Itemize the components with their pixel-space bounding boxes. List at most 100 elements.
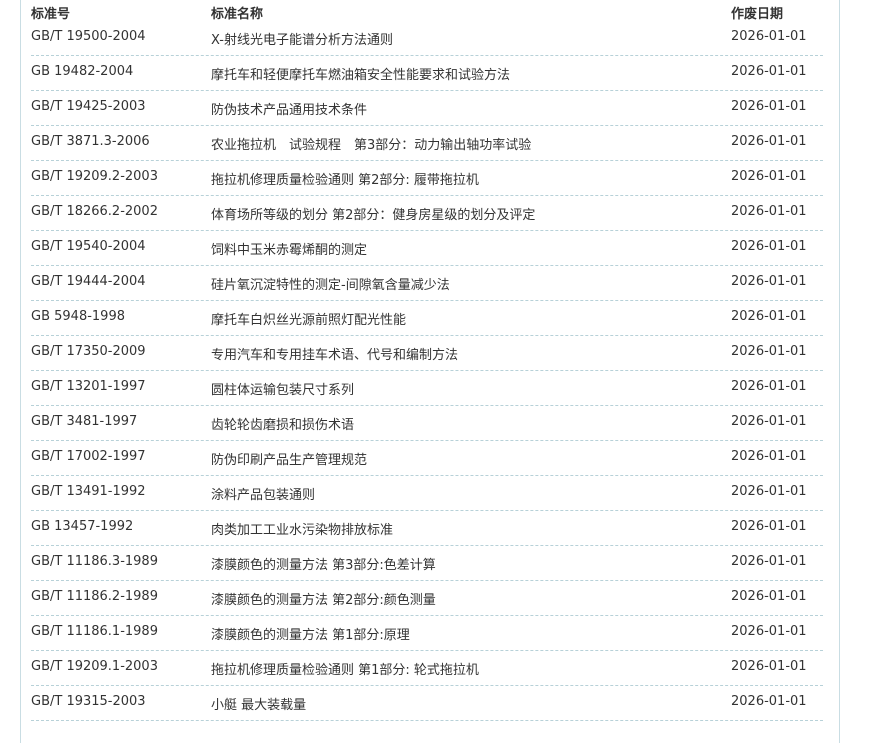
abolish-date: 2026-01-01	[731, 694, 807, 709]
abolish-date: 2026-01-01	[731, 99, 807, 114]
abolish-date: 2026-01-01	[731, 519, 807, 534]
table-row[interactable]: GB/T 18266.2-2002 体育场所等级的划分 第2部分：健身房星级的划分…	[31, 196, 823, 231]
standard-code: GB/T 19444-2004	[31, 274, 146, 289]
header-abolish-date: 作废日期	[731, 7, 784, 22]
abolish-date: 2026-01-01	[731, 274, 807, 289]
standard-name-link[interactable]: 体育场所等级的划分 第2部分：健身房星级的划分及评定	[211, 208, 535, 223]
standard-name: 小艇 最大装载量	[211, 694, 306, 713]
table-row[interactable]: GB/T 11186.3-1989 漆膜颜色的测量方法 第3部分:色差计算 2026…	[31, 546, 823, 581]
standard-code: GB/T 11186.2-1989	[31, 589, 158, 604]
standard-code: GB/T 19425-2003	[31, 99, 146, 114]
table-row[interactable]: GB 13457-1992 肉类加工工业水污染物排放标准 2026-01-01	[31, 511, 823, 546]
standard-code: GB 19482-2004	[31, 64, 134, 79]
standard-name-link[interactable]: 饲料中玉米赤霉烯酮的测定	[211, 243, 367, 258]
abolish-date: 2026-01-01	[731, 309, 807, 324]
standard-name-link[interactable]: 涂料产品包装通则	[211, 488, 315, 503]
table-row[interactable]: GB/T 17002-1997 防伪印刷产品生产管理规范 2026-01-01	[31, 441, 823, 476]
table-row[interactable]: GB/T 13201-1997 圆柱体运输包装尺寸系列 2026-01-01	[31, 371, 823, 406]
standard-name-link[interactable]: 摩托车白炽丝光源前照灯配光性能	[211, 313, 406, 328]
standard-name-link[interactable]: 漆膜颜色的测量方法 第3部分:色差计算	[211, 558, 436, 573]
abolish-date: 2026-01-01	[731, 589, 807, 604]
standard-code: GB/T 3481-1997	[31, 414, 138, 429]
standard-name: 专用汽车和专用挂车术语、代号和编制方法	[211, 344, 458, 363]
standard-name: 硅片氧沉淀特性的测定-间隙氧含量减少法	[211, 274, 450, 293]
table-row[interactable]: GB 5948-1998 摩托车白炽丝光源前照灯配光性能 2026-01-01	[31, 301, 823, 336]
standard-name: 防伪技术产品通用技术条件	[211, 99, 367, 118]
table-row[interactable]: GB/T 19425-2003 防伪技术产品通用技术条件 2026-01-01	[31, 91, 823, 126]
abolish-date: 2026-01-01	[731, 449, 807, 464]
table-row[interactable]: GB 19482-2004 摩托车和轻便摩托车燃油箱安全性能要求和试验方法 2026…	[31, 56, 823, 91]
standard-code: GB/T 11186.3-1989	[31, 554, 158, 569]
header-standard-code: 标准号	[31, 7, 71, 22]
standard-code: GB/T 19209.1-2003	[31, 659, 158, 674]
table-row[interactable]: GB/T 19540-2004 饲料中玉米赤霉烯酮的测定 2026-01-01	[31, 231, 823, 266]
standard-name-link[interactable]: 防伪印刷产品生产管理规范	[211, 453, 367, 468]
standard-name: 漆膜颜色的测量方法 第1部分:原理	[211, 624, 410, 643]
abolish-date: 2026-01-01	[731, 169, 807, 184]
standard-name: 摩托车白炽丝光源前照灯配光性能	[211, 309, 406, 328]
standard-name: 摩托车和轻便摩托车燃油箱安全性能要求和试验方法	[211, 64, 510, 83]
standard-name-link[interactable]: 漆膜颜色的测量方法 第1部分:原理	[211, 628, 410, 643]
standard-code: GB/T 19540-2004	[31, 239, 146, 254]
standard-code: GB/T 19315-2003	[31, 694, 146, 709]
standard-name: 涂料产品包装通则	[211, 484, 315, 503]
table-row[interactable]: GB/T 19444-2004 硅片氧沉淀特性的测定-间隙氧含量减少法 2026-0…	[31, 266, 823, 301]
standard-name-link[interactable]: X-射线光电子能谱分析方法通则	[211, 33, 393, 48]
table-row[interactable]: GB/T 19209.1-2003 拖拉机修理质量检验通则 第1部分: 轮式拖拉机…	[31, 651, 823, 686]
abolish-date: 2026-01-01	[731, 344, 807, 359]
header-standard-name: 标准名称	[211, 7, 264, 22]
standard-code: GB/T 19500-2004	[31, 29, 146, 44]
abolish-date: 2026-01-01	[731, 659, 807, 674]
standard-name: 体育场所等级的划分 第2部分：健身房星级的划分及评定	[211, 204, 535, 223]
standard-code: GB/T 19209.2-2003	[31, 169, 158, 184]
standard-code: GB/T 13201-1997	[31, 379, 146, 394]
standard-code: GB/T 17350-2009	[31, 344, 146, 359]
standard-name: 肉类加工工业水污染物排放标准	[211, 519, 393, 538]
table-row[interactable]: GB/T 11186.1-1989 漆膜颜色的测量方法 第1部分:原理 2026-0…	[31, 616, 823, 651]
standard-code: GB 5948-1998	[31, 309, 125, 324]
standard-name-link[interactable]: 硅片氧沉淀特性的测定-间隙氧含量减少法	[211, 278, 450, 293]
abolish-date: 2026-01-01	[731, 624, 807, 639]
standard-name-link[interactable]: 漆膜颜色的测量方法 第2部分:颜色测量	[211, 593, 436, 608]
table-row[interactable]: GB/T 13491-1992 涂料产品包装通则 2026-01-01	[31, 476, 823, 511]
standard-name: 农业拖拉机 试验规程 第3部分：动力输出轴功率试验	[211, 134, 531, 153]
table-row[interactable]: GB/T 19500-2004 X-射线光电子能谱分析方法通则 2026-01-01	[31, 21, 823, 56]
standard-name-link[interactable]: 小艇 最大装载量	[211, 698, 306, 713]
standard-name: 拖拉机修理质量检验通则 第1部分: 轮式拖拉机	[211, 659, 479, 678]
abolish-date: 2026-01-01	[731, 134, 807, 149]
standard-name-link[interactable]: 齿轮轮齿磨损和损伤术语	[211, 418, 354, 433]
abolish-date: 2026-01-01	[731, 379, 807, 394]
standard-name-link[interactable]: 拖拉机修理质量检验通则 第1部分: 轮式拖拉机	[211, 663, 479, 678]
standard-name: 饲料中玉米赤霉烯酮的测定	[211, 239, 367, 258]
abolish-date: 2026-01-01	[731, 484, 807, 499]
standard-name-link[interactable]: 圆柱体运输包装尺寸系列	[211, 383, 354, 398]
standards-panel: 标准号 标准名称 作废日期 GB/T 19500-2004 X-射线光电子能谱分析…	[20, 0, 840, 743]
standard-name: 齿轮轮齿磨损和损伤术语	[211, 414, 354, 433]
abolish-date: 2026-01-01	[731, 414, 807, 429]
standard-name-link[interactable]: 农业拖拉机 试验规程 第3部分：动力输出轴功率试验	[211, 138, 531, 153]
standard-name: 漆膜颜色的测量方法 第2部分:颜色测量	[211, 589, 436, 608]
abolish-date: 2026-01-01	[731, 29, 807, 44]
standard-name-link[interactable]: 肉类加工工业水污染物排放标准	[211, 523, 393, 538]
standard-name-link[interactable]: 摩托车和轻便摩托车燃油箱安全性能要求和试验方法	[211, 68, 510, 83]
abolish-date: 2026-01-01	[731, 554, 807, 569]
standard-name-link[interactable]: 拖拉机修理质量检验通则 第2部分: 履带拖拉机	[211, 173, 479, 188]
table-row[interactable]: GB/T 17350-2009 专用汽车和专用挂车术语、代号和编制方法 2026-0…	[31, 336, 823, 371]
table-row[interactable]: GB/T 11186.2-1989 漆膜颜色的测量方法 第2部分:颜色测量 2026…	[31, 581, 823, 616]
table-row[interactable]: GB/T 19209.2-2003 拖拉机修理质量检验通则 第2部分: 履带拖拉机…	[31, 161, 823, 196]
standard-code: GB/T 3871.3-2006	[31, 134, 150, 149]
table-row[interactable]: GB/T 3871.3-2006 农业拖拉机 试验规程 第3部分：动力输出轴功率试…	[31, 126, 823, 161]
standard-name-link[interactable]: 专用汽车和专用挂车术语、代号和编制方法	[211, 348, 458, 363]
standard-code: GB/T 11186.1-1989	[31, 624, 158, 639]
abolish-date: 2026-01-01	[731, 239, 807, 254]
abolish-date: 2026-01-01	[731, 64, 807, 79]
table-row[interactable]: GB/T 3481-1997 齿轮轮齿磨损和损伤术语 2026-01-01	[31, 406, 823, 441]
standards-list: GB/T 19500-2004 X-射线光电子能谱分析方法通则 2026-01-01…	[21, 21, 841, 721]
standard-name: 漆膜颜色的测量方法 第3部分:色差计算	[211, 554, 436, 573]
standard-name: X-射线光电子能谱分析方法通则	[211, 29, 393, 48]
standard-code: GB/T 17002-1997	[31, 449, 146, 464]
standard-name: 拖拉机修理质量检验通则 第2部分: 履带拖拉机	[211, 169, 479, 188]
standard-name-link[interactable]: 防伪技术产品通用技术条件	[211, 103, 367, 118]
standard-code: GB/T 18266.2-2002	[31, 204, 158, 219]
table-row[interactable]: GB/T 19315-2003 小艇 最大装载量 2026-01-01	[31, 686, 823, 721]
